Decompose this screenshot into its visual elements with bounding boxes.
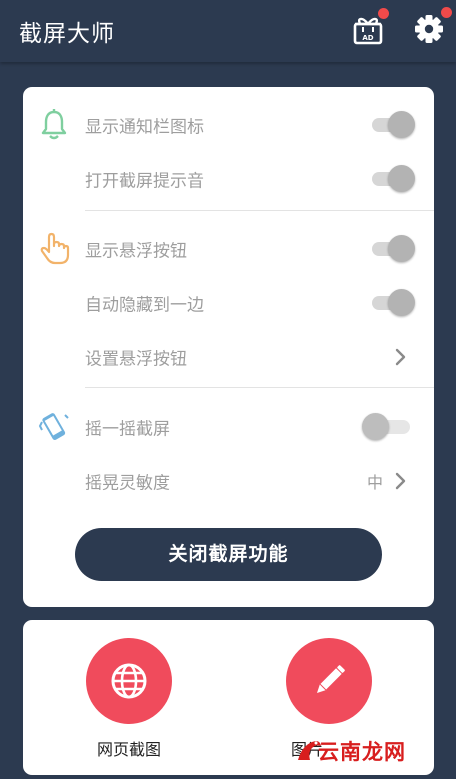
watermark: 云南龙网 (294, 734, 424, 768)
toggle-thumb (388, 111, 415, 138)
float-settings-label: 设置悬浮按钮 (85, 349, 187, 370)
capture-sound-label: 打开截屏提示音 (85, 171, 204, 192)
toggle-thumb (388, 235, 415, 262)
pencil-icon (316, 665, 345, 694)
web-capture-label: 网页截图 (96, 740, 161, 759)
app-title: 截屏大师 (19, 21, 115, 47)
watermark-text: 云南龙网 (318, 740, 406, 764)
section-divider (85, 387, 434, 388)
chevron-right-icon (395, 472, 406, 490)
row-notification-icon[interactable]: 显示通知栏图标 (23, 98, 434, 152)
ad-notification-badge (378, 8, 389, 19)
chevron-right-icon (395, 348, 406, 366)
show-float-button-label: 显示悬浮按钮 (85, 241, 187, 262)
notification-icon-label: 显示通知栏图标 (85, 117, 204, 138)
toggle-thumb (388, 165, 415, 192)
capture-sound-toggle[interactable] (372, 164, 415, 194)
row-shake-sensitivity[interactable]: 摇晃灵敏度 中 (23, 454, 434, 508)
notification-icon-toggle[interactable] (372, 110, 415, 140)
settings-button[interactable] (410, 7, 452, 50)
web-capture-button[interactable] (86, 638, 172, 724)
image-edit-button[interactable] (286, 638, 372, 724)
shake-sensitivity-value: 中 (367, 473, 384, 492)
show-float-button-toggle[interactable] (372, 234, 415, 264)
row-capture-sound[interactable]: 打开截屏提示音 (23, 152, 434, 206)
app-bar: 截屏大师 AD (0, 0, 456, 62)
ad-gift-button[interactable]: AD (348, 8, 389, 50)
close-capture-button[interactable]: 关闭截屏功能 (75, 528, 382, 581)
row-float-settings[interactable]: 设置悬浮按钮 (23, 330, 434, 384)
settings-notification-badge (441, 7, 452, 18)
row-auto-hide[interactable]: 自动隐藏到一边 (23, 276, 434, 330)
toggle-thumb (388, 289, 415, 316)
toggle-thumb (362, 413, 389, 440)
auto-hide-toggle[interactable] (372, 288, 415, 318)
shake-sensitivity-label: 摇晃灵敏度 (85, 473, 170, 494)
settings-card: 显示通知栏图标 打开截屏提示音 显示悬浮按钮 自动隐藏到一边 设置悬浮按钮 摇一… (23, 87, 434, 607)
auto-hide-label: 自动隐藏到一边 (85, 295, 204, 316)
row-shake-capture[interactable]: 摇一摇截屏 (23, 400, 434, 454)
shake-capture-toggle[interactable] (362, 412, 414, 442)
row-show-float-button[interactable]: 显示悬浮按钮 (23, 222, 434, 276)
globe-icon (111, 663, 147, 699)
section-divider (85, 210, 434, 211)
shake-capture-label: 摇一摇截屏 (85, 419, 170, 440)
ad-icon-label: AD (362, 34, 373, 42)
